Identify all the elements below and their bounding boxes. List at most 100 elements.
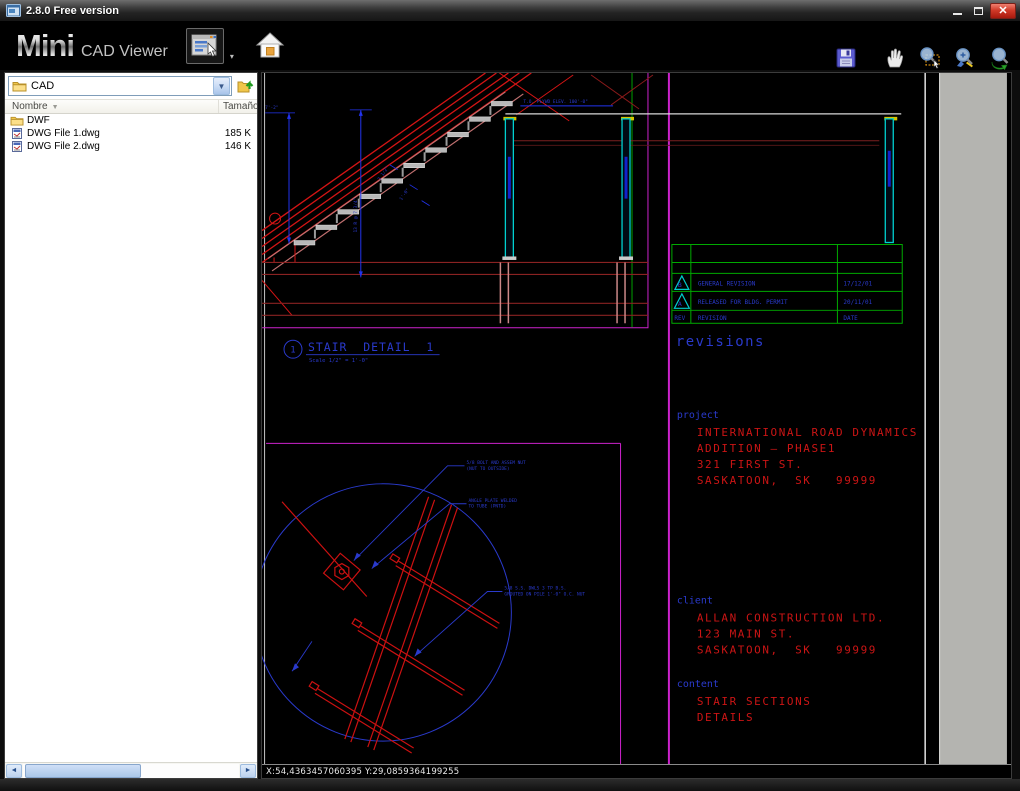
detail-title: 1 STAIR DETAIL 1 Scale 1/2" = 1'-0" (283, 339, 440, 364)
dim-riser: 13 R @ 7 3/4" (353, 198, 359, 233)
up-folder-button[interactable] (235, 76, 255, 96)
dwg-file-icon (10, 128, 24, 139)
revision-text: GENERAL REVISION (698, 280, 756, 287)
minimize-button[interactable] (948, 3, 966, 19)
sort-indicator-icon: ▼ (51, 104, 59, 111)
dim-left: 7'-2" (265, 105, 278, 111)
view-mode-window-cursor-icon (191, 34, 217, 58)
pan-hand-icon[interactable] (883, 46, 907, 70)
zoom-window-icon[interactable] (918, 46, 942, 70)
combo-dropdown-button[interactable]: ▼ (213, 77, 230, 95)
detail-circle: 5/8 BOLT AND ASSEM NUT (NUT TO OUTSIDE) … (262, 460, 585, 754)
scrollbar-thumb[interactable] (25, 763, 141, 778)
save-icon[interactable] (834, 46, 858, 70)
annotation: ANGLE PLATE WELDED (468, 498, 517, 504)
revisions-label: revisions (676, 334, 765, 350)
annotation: TO TUBE (PNTD) (468, 504, 506, 510)
horizontal-scrollbar: ◄ ► (5, 762, 257, 778)
sheet-edges (264, 73, 1007, 764)
file-name: DWG File 2.dwg (27, 141, 100, 152)
folder-icon (12, 82, 27, 92)
annotation: GROUTED ON PILE 1'-0" O.C. NUT (504, 591, 585, 597)
client-line: SASKATOON, SK 99999 (697, 643, 877, 656)
header-rev: REV (674, 315, 685, 322)
floor-note: T.O. PLYWD ELEV. 100'-0" (523, 99, 588, 105)
file-browser-panel: CAD ▼ Nombre ▼ Tamaño DWF DWG File 1.dwg… (4, 72, 258, 779)
file-list-header[interactable]: Nombre ▼ Tamaño (5, 99, 257, 114)
content-line: DETAILS (697, 711, 754, 724)
scroll-right-button[interactable]: ► (240, 763, 256, 778)
column-header-name[interactable]: Nombre ▼ (5, 100, 219, 113)
title-block-text: project INTERNATIONAL ROAD DYNAMICS ADDI… (677, 410, 918, 724)
revisions-table: B A GENERAL REVISION 17/12/01 RELEASED F… (671, 244, 903, 350)
file-name: DWG File 1.dwg (27, 128, 100, 139)
folder-combo-row: CAD ▼ (5, 73, 257, 99)
project-line: INTERNATIONAL ROAD DYNAMICS (697, 426, 918, 439)
toolbar: Mini CAD Viewer ▾ (0, 22, 1020, 70)
annotation: 5/8 S.S. DWLS 3 TP B.S. (504, 586, 566, 592)
window-title: 2.8.0 Free version (26, 4, 119, 17)
app-window: 2.8.0 Free version ✕ Mini CAD Viewer ▾ C… (0, 0, 1020, 791)
rev-mark: A (678, 300, 682, 308)
folder-icon (10, 115, 24, 126)
annotation: (NUT TO OUTSIDE) (466, 466, 509, 472)
close-button[interactable]: ✕ (990, 2, 1016, 19)
client-line: 123 MAIN ST. (697, 627, 795, 640)
window-bottom-frame (0, 779, 1020, 791)
status-bar: X:54,4363457060395 Y:29,0859364199255 (262, 764, 1011, 778)
detail-scale: Scale 1/2" = 1'-0" (309, 358, 368, 364)
logo-secondary: CAD Viewer (81, 43, 168, 60)
folder-combo-value: CAD (31, 80, 55, 92)
zoom-in-out-icon[interactable] (953, 46, 977, 70)
home-icon (255, 32, 285, 58)
app-icon (6, 4, 21, 17)
zoom-extents-icon[interactable] (988, 46, 1012, 70)
columns (504, 118, 894, 259)
detail-annotations: 5/8 BOLT AND ASSEM NUT (NUT TO OUTSIDE) … (291, 460, 585, 672)
header-date: DATE (843, 315, 858, 322)
file-size: 146 K (224, 141, 251, 152)
revision-text: RELEASED FOR BLDG. PERMIT (698, 299, 788, 306)
scrollbar-track[interactable] (23, 763, 239, 778)
annotation: 5/8 BOLT AND ASSEM NUT (466, 460, 525, 466)
logo-primary: Mini (16, 28, 75, 63)
project-line: 321 FIRST ST. (697, 458, 803, 471)
view-mode-dropdown-arrow[interactable]: ▾ (230, 52, 234, 61)
list-item-dwg1[interactable]: DWG File 1.dwg 185 K (5, 127, 257, 140)
rev-mark: B (678, 281, 682, 289)
column-header-size[interactable]: Tamaño (219, 100, 257, 113)
revision-date: 20/11/01 (843, 299, 872, 306)
file-size: 185 K (224, 128, 251, 139)
view-mode-button[interactable]: ▾ (185, 28, 234, 64)
file-name: DWF (27, 115, 50, 126)
cursor-coordinates: X:54,4363457060395 Y:29,0859364199255 (266, 767, 460, 777)
main-area: CAD ▼ Nombre ▼ Tamaño DWF DWG File 1.dwg… (0, 70, 1020, 779)
maximize-button[interactable] (969, 3, 987, 19)
app-logo: Mini CAD Viewer (16, 28, 168, 64)
client-line: ALLAN CONSTRUCTION LTD. (697, 611, 885, 624)
project-line: SASKATOON, SK 99999 (697, 474, 877, 487)
cad-canvas[interactable]: T.O. PLYWD ELEV. 100'-0" 7'-2" 13 R @ 7 … (261, 72, 1012, 779)
dwg-file-icon (10, 141, 24, 152)
content-label: content (677, 679, 719, 690)
scroll-left-button[interactable]: ◄ (6, 763, 22, 778)
folder-combo[interactable]: CAD ▼ (8, 76, 232, 96)
home-button[interactable] (254, 30, 286, 62)
detail-number: 1 (290, 346, 295, 356)
stair-dimensions: 7'-2" 13 R @ 7 3/4" 3 1/2" 1'-0" (265, 105, 430, 278)
stair-section (262, 73, 654, 316)
content-line: STAIR SECTIONS (697, 695, 812, 708)
file-list: DWF DWG File 1.dwg 185 K DWG File 2.dwg … (5, 114, 257, 762)
header-revision: REVISION (698, 315, 727, 322)
viewport-borders (262, 73, 670, 764)
toolbar-right-icons (834, 46, 1012, 70)
project-label: project (677, 410, 719, 421)
list-item-folder[interactable]: DWF (5, 114, 257, 127)
list-item-dwg2[interactable]: DWG File 2.dwg 146 K (5, 140, 257, 153)
revision-date: 17/12/01 (843, 280, 872, 287)
detail-title-text: STAIR DETAIL 1 (308, 340, 434, 354)
client-label: client (677, 595, 713, 606)
cad-drawing: T.O. PLYWD ELEV. 100'-0" 7'-2" 13 R @ 7 … (262, 73, 1007, 764)
dim-mid2: 1'-0" (398, 187, 411, 201)
folder-up-green-arrow-icon (237, 79, 253, 92)
